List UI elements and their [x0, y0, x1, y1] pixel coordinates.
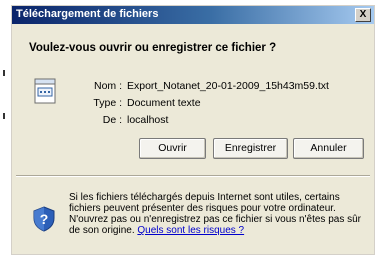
left-edge-mark [3, 70, 5, 76]
title-bar[interactable]: Téléchargement de fichiers X [12, 6, 374, 24]
open-button[interactable]: Ouvrir [139, 138, 206, 159]
risks-link[interactable]: Quels sont les risques ? [137, 225, 244, 236]
shield-question-icon: ? [33, 206, 55, 232]
download-dialog: Téléchargement de fichiers X Voulez-vous… [11, 5, 375, 255]
file-type-label: Type : [93, 97, 122, 109]
svg-text:?: ? [40, 211, 49, 227]
left-edge-mark [3, 113, 5, 119]
save-button[interactable]: Enregistrer [213, 138, 288, 159]
file-source-value: localhost [127, 114, 169, 126]
file-source-label: De : [102, 114, 122, 126]
file-name-value: Export_Notanet_20-01-2009_15h43m59.txt [127, 80, 329, 92]
close-button[interactable]: X [355, 8, 371, 22]
separator [16, 175, 370, 177]
file-name-label: Nom : [93, 80, 122, 92]
window-title: Téléchargement de fichiers [16, 8, 159, 20]
cancel-button[interactable]: Annuler [293, 138, 364, 159]
dialog-question: Voulez-vous ouvrir ou enregistrer ce fic… [29, 42, 277, 54]
file-type-value: Document texte [127, 97, 201, 109]
security-warning: Si les fichiers téléchargés depuis Inter… [69, 192, 369, 236]
